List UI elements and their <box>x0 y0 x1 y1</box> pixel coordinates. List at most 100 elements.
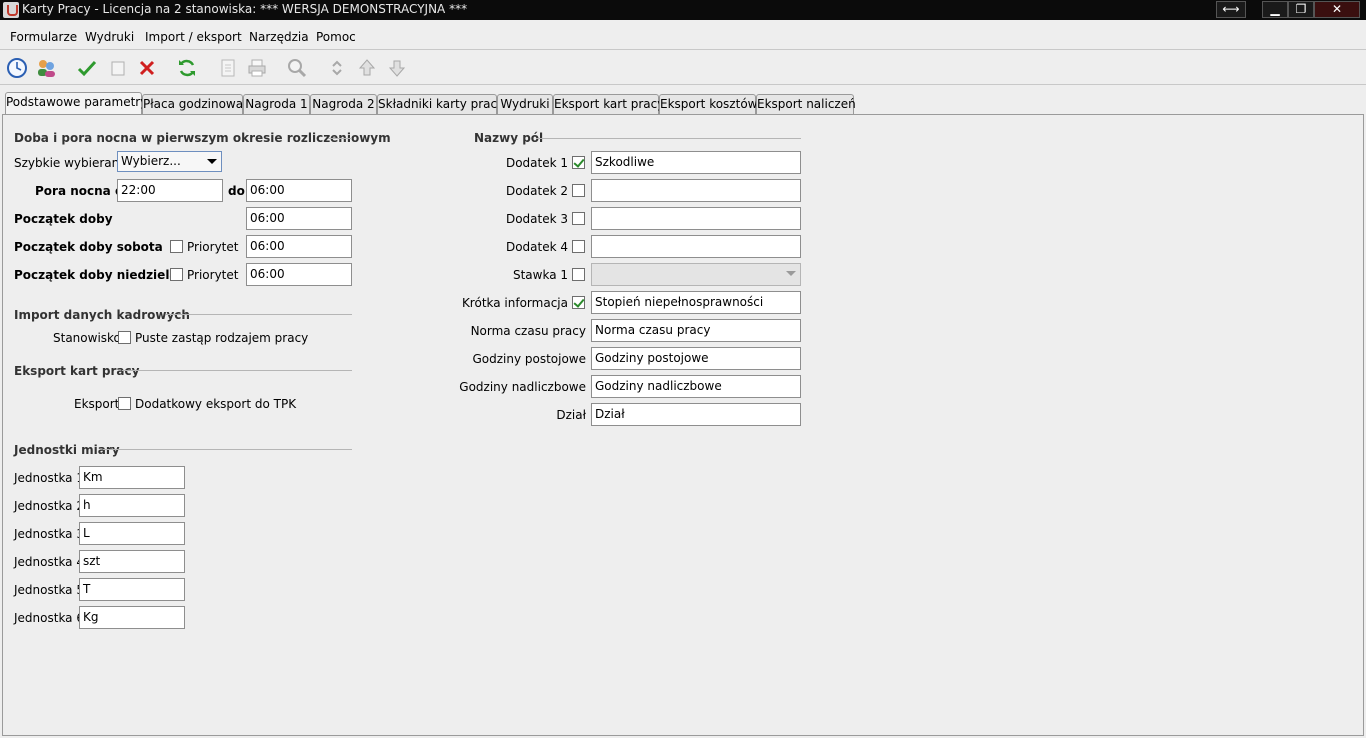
search-icon[interactable] <box>286 57 308 79</box>
minimize-button[interactable]: ▁ <box>1262 1 1288 18</box>
field-name-input[interactable]: Norma czasu pracy <box>591 319 801 342</box>
menu-import-eksport[interactable]: Import / eksport <box>145 30 242 44</box>
unit-field[interactable]: Kg <box>79 606 185 629</box>
day-start-field[interactable]: 06:00 <box>246 207 352 230</box>
position-label: Stanowisko <box>53 331 121 345</box>
night-to-field[interactable]: 06:00 <box>246 179 352 202</box>
print-icon[interactable] <box>246 57 268 79</box>
field-name-input[interactable]: Godziny nadliczbowe <box>591 375 801 398</box>
unit-label: Jednostka 3 <box>14 527 84 541</box>
field-enable-checkbox[interactable] <box>572 184 585 197</box>
field-name-input[interactable]: Dział <box>591 403 801 426</box>
tab-nagroda-1[interactable]: Nagroda 1 <box>243 94 310 115</box>
maximize-button[interactable]: ❐ <box>1288 1 1314 18</box>
separator <box>536 138 801 139</box>
field-enable-checkbox[interactable] <box>572 212 585 225</box>
unit-field[interactable]: Km <box>79 466 185 489</box>
field-label: Dodatek 4 <box>505 240 568 254</box>
field-enable-checkbox[interactable] <box>572 156 585 169</box>
menu-narzedzia[interactable]: Narzędzia <box>249 30 309 44</box>
separator <box>122 370 352 371</box>
night-from-field[interactable]: 22:00 <box>117 179 223 202</box>
arrow-down-icon[interactable] <box>386 57 408 79</box>
field-name-input[interactable]: Godziny postojowe <box>591 347 801 370</box>
unit-field[interactable]: h <box>79 494 185 517</box>
field-name-input[interactable] <box>591 235 801 258</box>
separator <box>103 449 352 450</box>
field-label: Stawka 1 <box>512 268 568 282</box>
menu-wydruki[interactable]: Wydruki <box>85 30 134 44</box>
tab-wydruki[interactable]: Wydruki <box>497 94 553 115</box>
saturday-start-field[interactable]: 06:00 <box>246 235 352 258</box>
field-label: Dodatek 3 <box>505 212 568 226</box>
sort-icon[interactable] <box>326 57 348 79</box>
units-section-title: Jednostki miary <box>14 443 120 457</box>
field-enable-checkbox[interactable] <box>572 240 585 253</box>
menu-formularze[interactable]: Formularze <box>10 30 77 44</box>
title-bar: Karty Pracy - Licencja na 2 stanowiska: … <box>0 0 1366 20</box>
export-tpk-checkbox[interactable] <box>118 397 131 410</box>
unit-label: Jednostka 1 <box>14 471 84 485</box>
document-icon[interactable] <box>217 57 239 79</box>
day-start-label: Początek doby <box>14 212 113 226</box>
unit-field[interactable]: szt <box>79 550 185 573</box>
arrow-up-icon[interactable] <box>356 57 378 79</box>
unit-field[interactable]: T <box>79 578 185 601</box>
export-label: Eksport <box>74 397 120 411</box>
night-to-label: do <box>228 184 245 198</box>
tab-nagroda-2[interactable]: Nagroda 2 <box>310 94 377 115</box>
field-label: Godziny nadliczbowe <box>459 380 586 394</box>
tab-podstawowe-parametry[interactable]: Podstawowe parametry <box>5 92 147 115</box>
unit-label: Jednostka 2 <box>14 499 84 513</box>
chevron-down-icon <box>207 159 217 164</box>
java-app-icon <box>3 2 19 18</box>
menu-pomoc[interactable]: Pomoc <box>316 30 356 44</box>
menu-bar: Formularze Wydruki Import / eksport Narz… <box>0 22 1366 50</box>
tab-eksport-kosztow[interactable]: Eksport kosztów <box>659 94 757 115</box>
field-name-input[interactable]: Szkodliwe <box>591 151 801 174</box>
field-name-input[interactable]: Stopień niepełnosprawności <box>591 291 801 314</box>
field-label: Dodatek 2 <box>505 184 568 198</box>
export-section-title: Eksport kart pracy <box>14 364 140 378</box>
tab-eksport-naliczen[interactable]: Eksport naliczeń <box>756 94 856 115</box>
fields-section-title: Nazwy pól <box>474 131 544 145</box>
sunday-priority-label: Priorytet <box>187 268 239 282</box>
tab-eksport-kart-pracy[interactable]: Eksport kart pracy <box>553 94 664 115</box>
field-name-input[interactable] <box>591 207 801 230</box>
separator <box>166 314 352 315</box>
window-title: Karty Pracy - Licencja na 2 stanowiska: … <box>22 2 468 16</box>
page-icon[interactable] <box>107 57 129 79</box>
users-icon[interactable] <box>35 57 57 79</box>
export-tpk-label: Dodatkowy eksport do TPK <box>135 397 297 411</box>
saturday-priority-checkbox[interactable] <box>170 240 183 253</box>
sunday-start-label: Początek doby niedziela <box>14 268 178 282</box>
field-name-input[interactable] <box>591 179 801 202</box>
clock-icon[interactable] <box>6 57 28 79</box>
saturday-priority-label: Priorytet <box>187 240 239 254</box>
chevron-down-icon <box>786 271 796 276</box>
field-enable-checkbox[interactable] <box>572 296 585 309</box>
toolbar <box>0 51 1366 85</box>
tab-skladniki-karty-pracy[interactable]: Składniki karty pracy <box>377 94 504 115</box>
field-label: Godziny postojowe <box>472 352 586 366</box>
field-label: Krótka informacja <box>461 296 568 310</box>
refresh-icon[interactable] <box>176 57 198 79</box>
rate-dropdown[interactable] <box>591 263 801 286</box>
check-icon[interactable] <box>76 57 98 79</box>
quick-select-dropdown[interactable]: Wybierz... <box>117 151 222 172</box>
resize-icon[interactable]: ⟷ <box>1216 1 1246 18</box>
quick-select-value: Wybierz... <box>121 154 181 168</box>
sunday-priority-checkbox[interactable] <box>170 268 183 281</box>
delete-icon[interactable] <box>136 57 158 79</box>
sunday-start-field[interactable]: 06:00 <box>246 263 352 286</box>
unit-field[interactable]: L <box>79 522 185 545</box>
tab-placa-godzinowa[interactable]: Płaca godzinowa <box>142 94 243 115</box>
position-checkbox-label: Puste zastąp rodzajem pracy <box>135 331 309 345</box>
field-enable-checkbox[interactable] <box>572 268 585 281</box>
quick-select-label: Szybkie wybieranie <box>14 156 130 170</box>
field-label: Norma czasu pracy <box>470 324 586 338</box>
position-checkbox[interactable] <box>118 331 131 344</box>
saturday-start-label: Początek doby sobota <box>14 240 163 254</box>
unit-label: Jednostka 5 <box>14 583 84 597</box>
close-button[interactable]: ✕ <box>1314 1 1360 18</box>
